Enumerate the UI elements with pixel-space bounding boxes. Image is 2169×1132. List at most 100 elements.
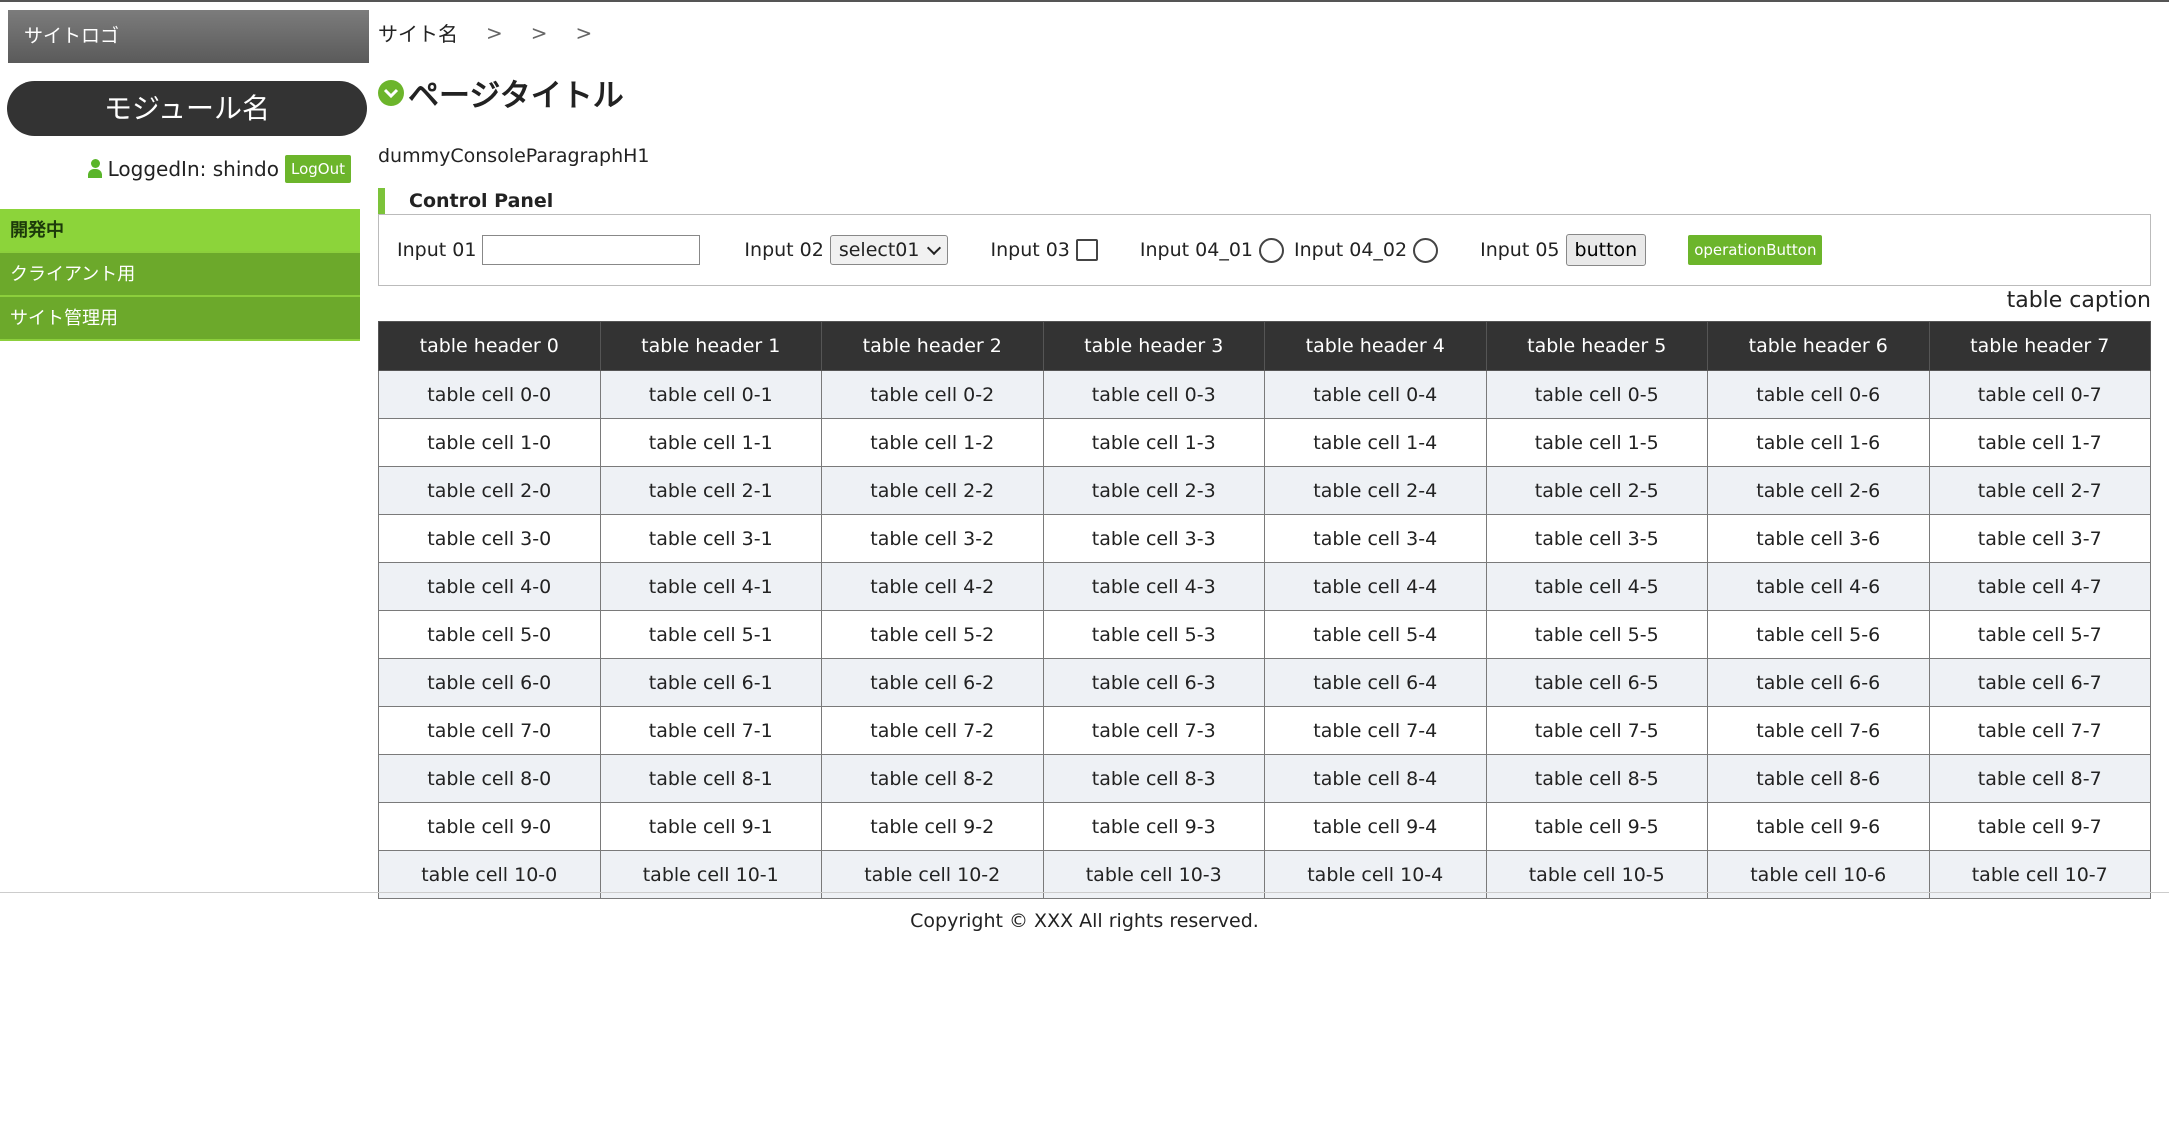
table-cell: table cell 8-5 [1485, 754, 1708, 803]
site-logo[interactable]: サイトロゴ [8, 10, 369, 63]
table-cell: table cell 8-3 [1042, 754, 1265, 803]
table-cell: table cell 4-4 [1264, 562, 1487, 611]
table-cell: table cell 6-6 [1707, 658, 1930, 707]
table-cell: table cell 5-5 [1485, 610, 1708, 659]
table-header: table header 6 [1707, 321, 1930, 371]
table-cell: table cell 9-0 [378, 802, 601, 851]
table-row: table cell 8-0 table cell 8-1 table cell 8… [378, 754, 2151, 803]
table-header: table header 2 [821, 321, 1044, 371]
page-paragraph: dummyConsoleParagraphH1 [378, 145, 650, 167]
table-cell: table cell 4-7 [1928, 562, 2151, 611]
table-cell: table cell 4-1 [599, 562, 822, 611]
input04-01-radio[interactable] [1259, 237, 1284, 263]
table-cell: table cell 1-7 [1928, 418, 2151, 467]
table-cell: table cell 0-6 [1707, 370, 1930, 419]
input03-checkbox[interactable] [1075, 239, 1098, 261]
table-cell: table cell 8-6 [1707, 754, 1930, 803]
page-title-text: ページタイトル [408, 78, 624, 114]
sidebar-item-site-admin[interactable]: サイト管理用 [0, 297, 360, 341]
table-cell: table cell 8-4 [1264, 754, 1487, 803]
user-icon [87, 159, 102, 179]
table-cell: table cell 1-2 [821, 418, 1044, 467]
table-cell: table cell 2-5 [1485, 466, 1708, 515]
operation-button[interactable]: operationButton [1688, 235, 1823, 265]
table-cell: table cell 9-5 [1485, 802, 1708, 851]
table-cell: table cell 5-4 [1264, 610, 1487, 659]
table-cell: table cell 9-2 [821, 802, 1044, 851]
table-row: table cell 9-0 table cell 9-1 table cell 9… [378, 802, 2151, 851]
table-cell: table cell 7-3 [1042, 706, 1265, 755]
table-cell: table cell 0-4 [1264, 370, 1487, 419]
chevron-down-icon [927, 240, 942, 256]
table-header: table header 1 [599, 321, 822, 371]
table-cell: table cell 9-3 [1042, 802, 1265, 851]
table-cell: table cell 2-2 [821, 466, 1044, 515]
chevron-right-icon: > [575, 20, 593, 45]
chevron-right-icon: > [530, 20, 548, 45]
table-cell: table cell 9-7 [1928, 802, 2151, 851]
input05-field: Input 05 button [1480, 234, 1647, 266]
table-cell: table cell 3-3 [1042, 514, 1265, 563]
table-cell: table cell 3-4 [1264, 514, 1487, 563]
input03-label: Input 03 [990, 239, 1070, 261]
data-table: table header 0 table header 1 table head… [378, 321, 2151, 899]
table-row: table cell 5-0 table cell 5-1 table cell 5… [378, 610, 2151, 659]
table-row: table cell 4-0 table cell 4-1 table cell 4… [378, 562, 2151, 611]
table-caption: table caption [2006, 288, 2151, 313]
table-cell: table cell 0-1 [599, 370, 822, 419]
table-cell: table cell 2-6 [1707, 466, 1930, 515]
table-header: table header 0 [378, 321, 601, 371]
table-cell: table cell 6-4 [1264, 658, 1487, 707]
table-cell: table cell 0-3 [1042, 370, 1265, 419]
table-cell: table cell 7-2 [821, 706, 1044, 755]
input02-select[interactable]: select01 [829, 235, 949, 265]
table-cell: table cell 9-1 [599, 802, 822, 851]
input04-02-field: Input 04_02 [1294, 237, 1439, 263]
table-cell: table cell 1-5 [1485, 418, 1708, 467]
input04-02-label: Input 04_02 [1294, 239, 1408, 261]
table-cell: table cell 9-6 [1707, 802, 1930, 851]
table-cell: table cell 6-1 [599, 658, 822, 707]
table-header: table header 5 [1485, 321, 1708, 371]
input03-field: Input 03 [990, 239, 1098, 261]
table-cell: table cell 1-4 [1264, 418, 1487, 467]
sidebar-item-development[interactable]: 開発中 [0, 209, 360, 253]
table-row: table cell 2-0 table cell 2-1 table cell 2… [378, 466, 2151, 515]
top-border [0, 0, 2169, 2]
input01-field: Input 01 [397, 235, 701, 265]
table-cell: table cell 9-4 [1264, 802, 1487, 851]
table-cell: table cell 2-1 [599, 466, 822, 515]
input04-01-field: Input 04_01 [1139, 237, 1284, 263]
table-body: table cell 0-0 table cell 0-1 table cell 0… [378, 370, 2151, 899]
table-cell: table cell 2-0 [378, 466, 601, 515]
table-cell: table cell 3-1 [599, 514, 822, 563]
table-cell: table cell 4-6 [1707, 562, 1930, 611]
table-cell: table cell 3-5 [1485, 514, 1708, 563]
table-cell: table cell 3-6 [1707, 514, 1930, 563]
table-cell: table cell 8-7 [1928, 754, 2151, 803]
footer-divider [0, 892, 2169, 893]
table-cell: table cell 6-0 [378, 658, 601, 707]
table-cell: table cell 8-2 [821, 754, 1044, 803]
table-cell: table cell 1-3 [1042, 418, 1265, 467]
table-cell: table cell 5-6 [1707, 610, 1930, 659]
login-text: LoggedIn: shindo [107, 157, 279, 181]
table-cell: table cell 3-0 [378, 514, 601, 563]
input04-02-radio[interactable] [1413, 237, 1439, 263]
table-cell: table cell 7-7 [1928, 706, 2151, 755]
input05-button[interactable]: button [1565, 234, 1647, 266]
table-cell: table cell 5-3 [1042, 610, 1265, 659]
input04-01-label: Input 04_01 [1139, 239, 1253, 261]
table-cell: table cell 6-3 [1042, 658, 1265, 707]
table-row: table cell 1-0 table cell 1-1 table cell 1… [378, 418, 2151, 467]
table-cell: table cell 0-5 [1485, 370, 1708, 419]
sidebar-item-client[interactable]: クライアント用 [0, 253, 360, 297]
input01-text[interactable] [482, 235, 701, 265]
control-panel-heading: Control Panel [378, 188, 553, 214]
table-cell: table cell 8-0 [378, 754, 601, 803]
table-header: table header 3 [1042, 321, 1265, 371]
breadcrumb-site-name[interactable]: サイト名 [378, 18, 458, 47]
input01-label: Input 01 [397, 239, 477, 261]
table-row: table cell 3-0 table cell 3-1 table cell 3… [378, 514, 2151, 563]
logout-button[interactable]: LogOut [285, 155, 351, 183]
